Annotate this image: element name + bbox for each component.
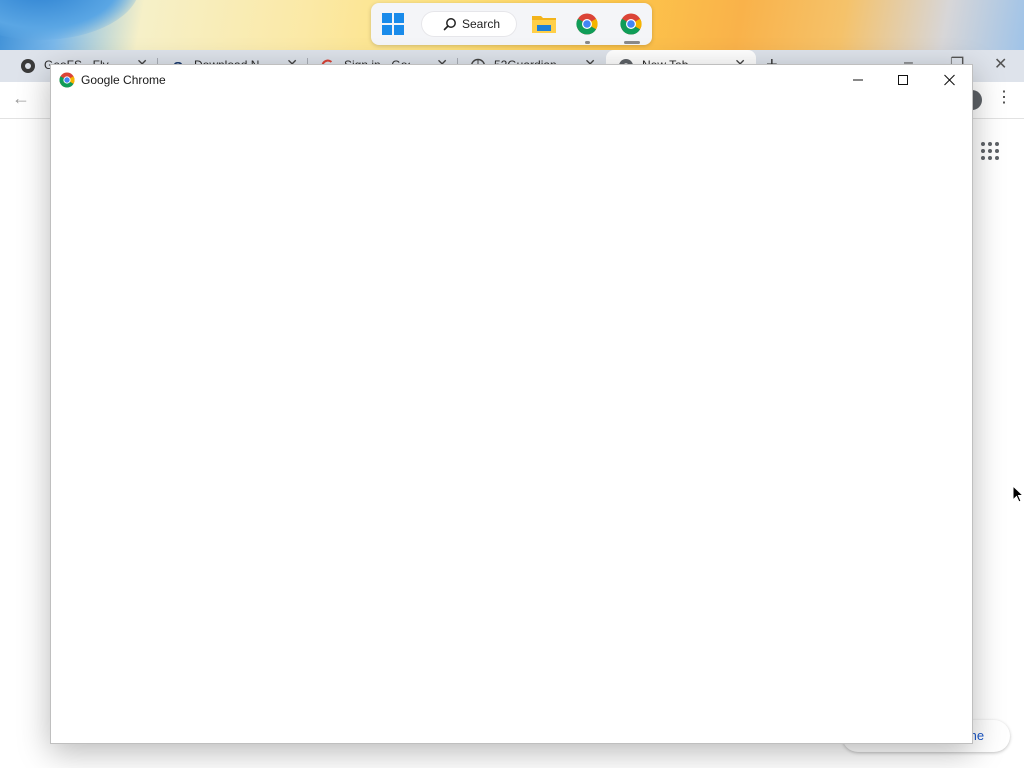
taskbar: Search [371,3,652,45]
windows-start-icon[interactable] [382,13,404,35]
active-indicator [624,41,640,44]
chrome-icon [59,72,75,88]
maximize-icon[interactable] [883,69,923,91]
taskbar-search-label: Search [462,17,501,31]
window-title: Google Chrome [81,73,166,87]
taskbar-search-button[interactable]: Search [421,11,517,37]
file-explorer-icon[interactable] [531,13,557,35]
close-icon[interactable]: ✕ [994,54,1007,74]
more-menu-icon[interactable]: ⋮ [996,90,1012,106]
minimize-icon[interactable] [838,69,878,91]
google-apps-icon[interactable] [981,142,999,160]
running-indicator [585,41,590,44]
foreground-chrome-window[interactable]: Google Chrome [50,64,973,744]
mouse-cursor-icon [1012,485,1024,503]
search-icon [443,18,456,31]
geofs-icon [21,59,35,73]
close-icon[interactable] [929,69,969,91]
chrome-icon[interactable] [620,13,642,35]
back-arrow-icon[interactable]: ← [12,88,30,109]
chrome-icon[interactable] [576,13,598,35]
